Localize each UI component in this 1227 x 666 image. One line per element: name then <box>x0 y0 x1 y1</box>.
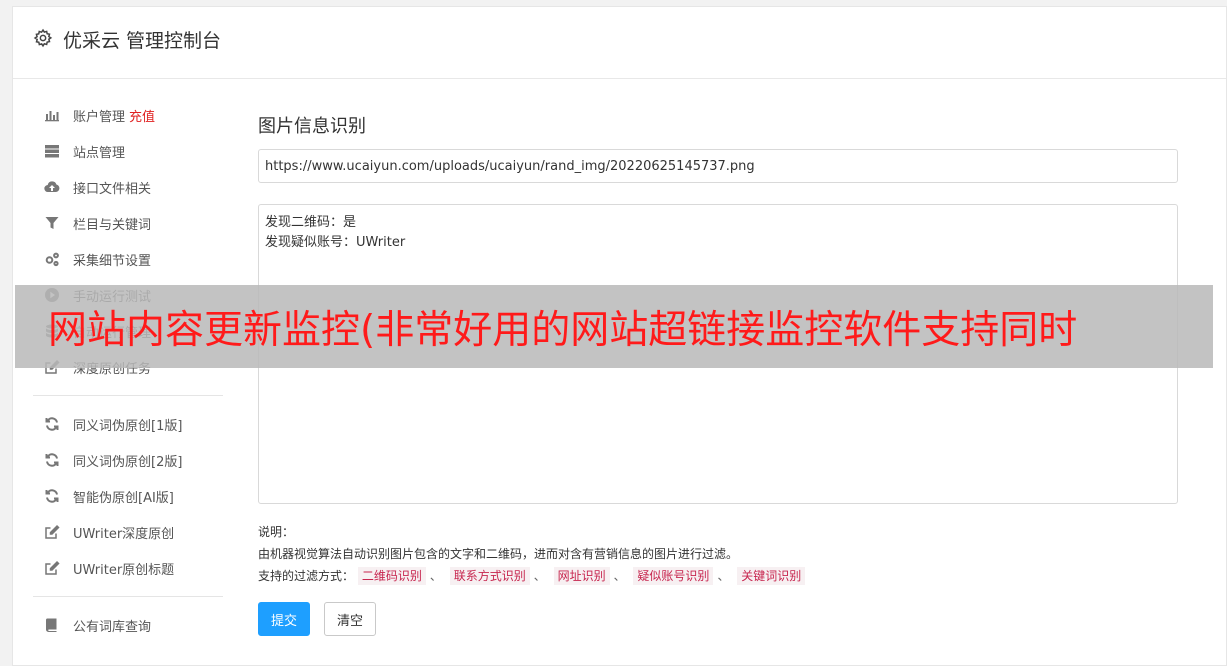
filter-tag: 关键词识别 <box>737 567 806 585</box>
gears-icon <box>43 250 61 268</box>
notes-section: 说明： 由机器视觉算法自动识别图片包含的文字和二维码，进而对含有营销信息的图片进… <box>258 521 1178 587</box>
image-url-input[interactable] <box>258 149 1178 183</box>
sidebar-item[interactable]: 栏目与关键词 <box>33 205 223 241</box>
sidebar-divider <box>33 395 223 396</box>
notes-label: 说明： <box>258 525 295 539</box>
page-title: 优采云 管理控制台 <box>63 30 222 52</box>
filter-icon <box>43 214 61 232</box>
sidebar-item-label: 同义词伪原创[1版] <box>73 418 183 434</box>
filter-separator: 、 <box>613 569 626 583</box>
sidebar-item[interactable]: 同义词伪原创[1版] <box>33 406 223 442</box>
action-buttons: 提交 清空 <box>258 602 377 636</box>
sidebar-item[interactable]: 智能伪原创[AI版] <box>33 478 223 514</box>
sidebar-item[interactable]: 账户管理 充值 <box>33 97 223 133</box>
filter-methods: 支持的过滤方式： 二维码识别、 联系方式识别、 网址识别、 疑似账号识别、 关键… <box>258 565 1178 587</box>
cloud-upload-icon <box>43 178 61 196</box>
sidebar-nav: 账户管理充值站点管理接口文件相关栏目与关键词采集细节设置手动运行测试自动运行管理… <box>33 97 223 643</box>
sidebar-item-label: UWriter原创标题 <box>73 562 175 578</box>
sidebar-item[interactable]: 公有词库查询 <box>33 607 223 643</box>
submit-button[interactable]: 提交 <box>258 602 311 636</box>
filter-tag: 二维码识别 <box>357 567 426 585</box>
filter-tag: 联系方式识别 <box>449 567 530 585</box>
edit-icon <box>43 523 61 541</box>
sidebar-item-label: 站点管理 <box>73 145 126 161</box>
notes-description: 由机器视觉算法自动识别图片包含的文字和二维码，进而对含有营销信息的图片进行过滤。 <box>258 547 739 561</box>
sidebar-item[interactable]: 同义词伪原创[2版] <box>33 442 223 478</box>
sidebar-item-label: 栏目与关键词 <box>73 217 152 233</box>
filter-tag: 疑似账号识别 <box>633 567 714 585</box>
result-line: 发现疑似账号：UWriter <box>265 235 406 250</box>
sidebar-item-label: 账户管理 <box>73 109 126 125</box>
refresh-icon <box>43 487 61 505</box>
sidebar-item[interactable]: 接口文件相关 <box>33 169 223 205</box>
sidebar-item-label: 采集细节设置 <box>73 253 152 269</box>
refresh-icon <box>43 451 61 469</box>
overlay-banner: 网站内容更新监控(非常好用的网站超链接监控软件支持同时 <box>15 285 1213 368</box>
sidebar-item-label: 公有词库查询 <box>73 619 152 635</box>
result-line: 发现二维码：是 <box>265 215 357 230</box>
sidebar-item-label: UWriter深度原创 <box>73 526 175 542</box>
recharge-link[interactable]: 充值 <box>129 106 155 125</box>
sidebar-item-label: 智能伪原创[AI版] <box>73 490 174 506</box>
filter-separator: 、 <box>717 569 730 583</box>
sidebar-item[interactable]: 站点管理 <box>33 133 223 169</box>
filter-tag: 网址识别 <box>553 567 610 585</box>
sidebar-item[interactable]: 采集细节设置 <box>33 241 223 277</box>
book-icon <box>43 616 61 634</box>
overlay-title: 网站内容更新监控(非常好用的网站超链接监控软件支持同时 <box>48 307 1078 353</box>
section-title: 图片信息识别 <box>258 116 366 137</box>
edit-icon <box>43 559 61 577</box>
filter-separator: 、 <box>429 569 442 583</box>
page-header: 优采云 管理控制台 <box>13 7 1226 79</box>
clear-button[interactable]: 清空 <box>324 602 377 636</box>
sidebar-item[interactable]: UWriter深度原创 <box>33 514 223 550</box>
sidebar-item[interactable]: UWriter原创标题 <box>33 550 223 586</box>
server-icon <box>43 142 61 160</box>
filter-separator: 、 <box>533 569 546 583</box>
sidebar-item-label: 同义词伪原创[2版] <box>73 454 183 470</box>
main-content: 图片信息识别 发现二维码：是 发现疑似账号：UWriter 说明： 由机器视觉算… <box>258 107 1178 636</box>
refresh-icon <box>43 415 61 433</box>
bar-chart-icon <box>43 106 61 124</box>
sidebar-item-label: 接口文件相关 <box>73 181 152 197</box>
filter-label: 支持的过滤方式： <box>258 569 355 583</box>
sidebar-divider <box>33 596 223 597</box>
gear-icon <box>33 28 53 48</box>
